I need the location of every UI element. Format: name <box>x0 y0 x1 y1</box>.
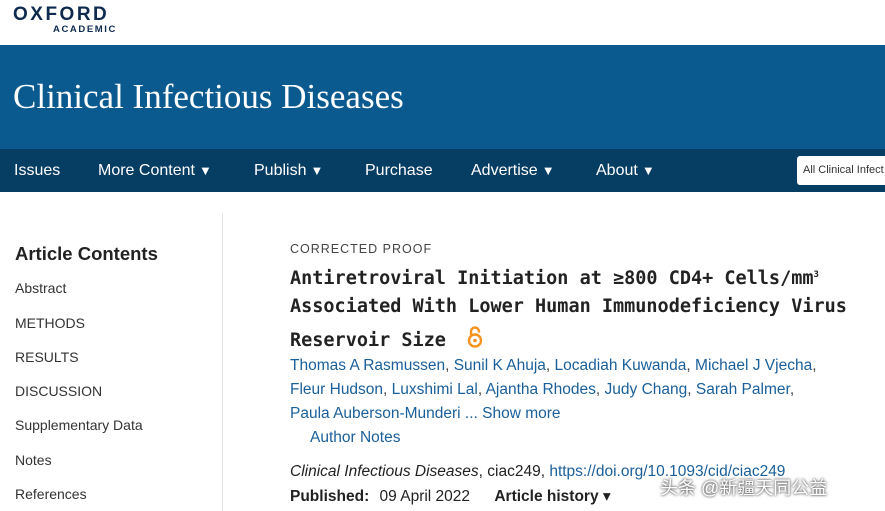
author-link[interactable]: Locadiah Kuwanda <box>555 357 687 374</box>
author-link[interactable]: Michael J Vjecha <box>695 357 812 374</box>
published-label: Published: <box>290 488 370 505</box>
nav-about[interactable]: About ▼ <box>596 161 655 181</box>
search-scope-select[interactable]: All Clinical Infect <box>797 156 885 185</box>
publisher-bar: OXFORD ACADEMIC <box>0 0 885 45</box>
authors-ellipsis: ... <box>464 405 478 422</box>
article-title-line-1: Antiretroviral Initiation at ≥800 CD4+ C… <box>290 263 819 291</box>
show-more-authors-link[interactable]: Show more <box>482 405 560 422</box>
title-text: Antiretroviral Initiation at ≥800 CD4+ C… <box>290 268 814 290</box>
title-text: Reservoir Size <box>290 330 446 351</box>
nav-label: Purchase <box>365 162 433 179</box>
logo-sub-text: ACADEMIC <box>53 24 117 35</box>
chevron-down-icon: ▼ <box>541 163 555 178</box>
open-access-lock-icon <box>467 326 483 355</box>
toc-item-notes[interactable]: Notes <box>15 452 52 468</box>
main-navigation: Issues More Content ▼ Publish ▼ Purchase A… <box>0 149 885 192</box>
authors-line-1: Thomas A Rasmussen, Sunil K Ahuja, Locad… <box>290 357 817 374</box>
nav-label: About <box>596 162 638 179</box>
nav-label: More Content <box>98 162 195 179</box>
author-notes-link[interactable]: Author Notes <box>310 428 400 448</box>
author-link[interactable]: Judy Chang <box>605 381 688 398</box>
nav-publish[interactable]: Publish ▼ <box>254 161 323 181</box>
authors-line-2: Fleur Hudson, Luxshimi Lal, Ajantha Rhod… <box>290 381 795 398</box>
authors-line-3: Paula Auberson-Munderi ... Show more <box>290 404 561 424</box>
author-link[interactable]: Fleur Hudson <box>290 381 383 398</box>
toc-item-references[interactable]: References <box>15 486 87 502</box>
chevron-down-icon: ▾ <box>602 488 611 505</box>
article-contents-heading: Article Contents <box>15 243 158 264</box>
toc-item-abstract[interactable]: Abstract <box>15 280 66 296</box>
oxford-academic-logo[interactable]: OXFORD ACADEMIC <box>13 5 117 35</box>
article-header: CORRECTED PROOF Antiretroviral Initiatio… <box>290 192 885 511</box>
article-status-label: CORRECTED PROOF <box>290 242 433 256</box>
author-link[interactable]: Luxshimi Lal <box>392 381 478 398</box>
article-history-label: Article history <box>494 488 599 505</box>
nav-label: Publish <box>254 162 307 179</box>
journal-banner: Clinical Infectious Diseases <box>0 45 885 149</box>
logo-main-text: OXFORD <box>13 4 110 25</box>
article-title-line-2: Associated With Lower Human Immunodefici… <box>290 296 847 317</box>
nav-issues[interactable]: Issues <box>14 161 60 181</box>
toc-item-discussion[interactable]: DISCUSSION <box>15 383 102 399</box>
author-link[interactable]: Thomas A Rasmussen <box>290 357 445 374</box>
author-link[interactable]: Sunil K Ahuja <box>454 357 546 374</box>
article-contents-sidebar: Article Contents Abstract METHODS RESULT… <box>0 192 222 511</box>
published-line: Published: 09 April 2022 Article history… <box>290 487 611 506</box>
toc-item-methods[interactable]: METHODS <box>15 315 85 331</box>
nav-label: Advertise <box>471 162 538 179</box>
toc-item-results[interactable]: RESULTS <box>15 349 79 365</box>
toc-item-supplementary-data[interactable]: Supplementary Data <box>15 417 143 433</box>
nav-more-content[interactable]: More Content ▼ <box>98 161 212 181</box>
article-title-line-3: Reservoir Size <box>290 326 483 355</box>
nav-label: Issues <box>14 162 61 179</box>
author-link[interactable]: Ajantha Rhodes <box>486 381 596 398</box>
article-history-toggle[interactable]: Article history ▾ <box>494 488 610 505</box>
citation-id: , ciac249, <box>478 463 550 480</box>
journal-title[interactable]: Clinical Infectious Diseases <box>13 77 404 117</box>
published-date: 09 April 2022 <box>379 488 471 505</box>
title-superscript: 3 <box>813 270 819 280</box>
nav-purchase[interactable]: Purchase <box>365 161 433 181</box>
watermark-overlay: 头条 @新疆天同公益 <box>660 478 828 498</box>
chevron-down-icon: ▼ <box>310 163 324 178</box>
nav-advertise[interactable]: Advertise ▼ <box>471 161 555 181</box>
chevron-down-icon: ▼ <box>198 163 212 178</box>
chevron-down-icon: ▼ <box>641 163 655 178</box>
author-link[interactable]: Sarah Palmer <box>696 381 790 398</box>
sidebar-divider <box>222 213 223 511</box>
author-link[interactable]: Paula Auberson-Munderi <box>290 405 461 422</box>
citation-journal: Clinical Infectious Diseases <box>290 463 479 480</box>
